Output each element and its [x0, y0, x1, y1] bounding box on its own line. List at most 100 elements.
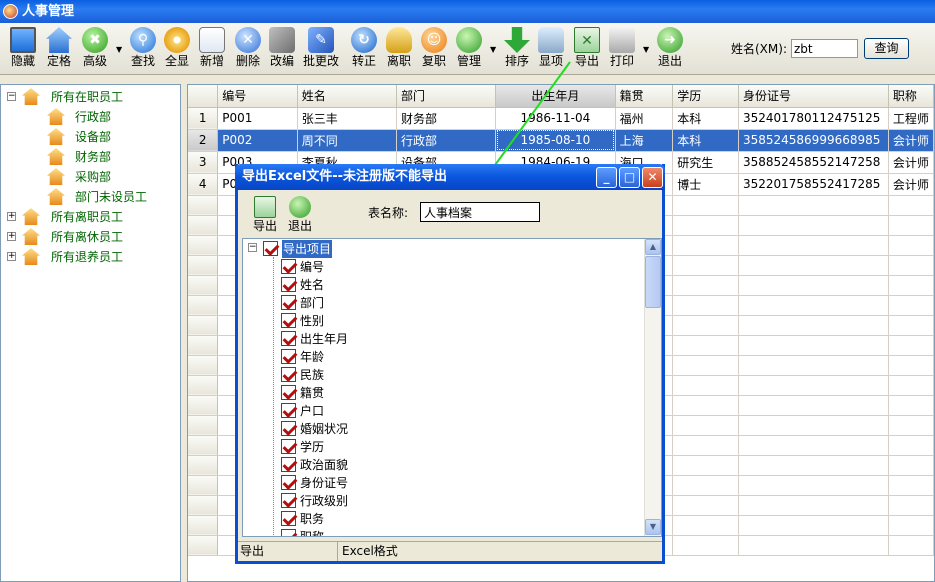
- person-return-icon: ☺: [421, 27, 447, 53]
- checkbox-checked[interactable]: [281, 331, 296, 346]
- tree-expand-icon[interactable]: +: [7, 232, 16, 241]
- table-cell[interactable]: 358852458552147258: [738, 151, 889, 174]
- name-search-input[interactable]: [791, 39, 858, 58]
- tree-collapse-icon[interactable]: −: [248, 243, 257, 252]
- table-cell[interactable]: 行政部: [396, 129, 497, 152]
- table-cell[interactable]: 本科: [672, 129, 739, 152]
- column-header[interactable]: 学历: [672, 85, 739, 108]
- checkbox-checked[interactable]: [281, 385, 296, 400]
- table-cell[interactable]: 358524586999668985: [738, 129, 889, 152]
- advanced-dropdown-arrow-icon[interactable]: ▼: [116, 45, 122, 54]
- table-cell[interactable]: 研究生: [672, 151, 739, 174]
- table-cell[interactable]: 财务部: [396, 107, 497, 130]
- delete-button[interactable]: ✕ 删除: [229, 25, 267, 73]
- down-arrow-icon: [504, 27, 530, 53]
- tree-collapse-icon[interactable]: −: [7, 92, 16, 101]
- dialog-exit-button[interactable]: 退出: [283, 194, 317, 234]
- pencil-icon: ✎: [308, 27, 334, 53]
- show-all-button[interactable]: 全显: [158, 25, 196, 73]
- table-cell[interactable]: 博士: [672, 173, 739, 196]
- table-cell[interactable]: P001: [217, 107, 298, 130]
- sort-button[interactable]: 排序: [498, 25, 536, 73]
- column-header[interactable]: 籍贯: [615, 85, 674, 108]
- globe-icon: [456, 27, 482, 53]
- regularize-button[interactable]: ↻ 转正: [345, 25, 383, 73]
- table-cell[interactable]: 本科: [672, 107, 739, 130]
- dialog-export-button[interactable]: 导出: [248, 194, 282, 234]
- advanced-icon: ✖: [82, 27, 108, 53]
- table-cell[interactable]: 福州: [615, 107, 674, 130]
- column-header-sorted[interactable]: 出生年月: [495, 85, 616, 108]
- table-cell[interactable]: 会计师: [888, 151, 934, 174]
- manage-dropdown-arrow-icon[interactable]: ▼: [490, 45, 496, 54]
- hide-button[interactable]: 隐藏: [4, 25, 42, 73]
- table-cell[interactable]: P002: [217, 129, 298, 152]
- table-row-selected[interactable]: 2 P002 周不同 行政部 1985-08-10 上海 本科 35852458…: [188, 129, 934, 152]
- export-button[interactable]: ✕ 导出: [568, 25, 606, 73]
- table-row[interactable]: 1 P001 张三丰 财务部 1986-11-04 福州 本科 35240178…: [188, 107, 934, 130]
- scroll-down-icon[interactable]: ▼: [645, 519, 661, 535]
- window-title: 人事管理: [22, 4, 75, 19]
- manage-button[interactable]: 管理: [450, 25, 488, 73]
- checkbox-checked[interactable]: [281, 259, 296, 274]
- table-cell[interactable]: 工程师: [888, 107, 934, 130]
- table-header-row: 编号 姓名 部门 出生年月 籍贯 学历 身份证号 职称: [188, 85, 934, 108]
- vertical-scrollbar[interactable]: ▲ ▼: [644, 239, 661, 536]
- scroll-up-icon[interactable]: ▲: [645, 239, 661, 255]
- minimize-icon[interactable]: _: [596, 167, 617, 188]
- column-header[interactable]: 身份证号: [738, 85, 889, 108]
- table-cell[interactable]: 张三丰: [297, 107, 397, 130]
- checkbox-checked[interactable]: [281, 349, 296, 364]
- checkbox-checked[interactable]: [281, 439, 296, 454]
- house-icon: [22, 208, 40, 225]
- row-number: 3: [188, 151, 219, 174]
- dialog-status-bar: 导出 Excel格式: [238, 541, 662, 561]
- checkbox-checked[interactable]: [281, 457, 296, 472]
- export-fields-tree: − 导出项目 编号 姓名 部门 性别 出生年月 年龄 民族 籍贯 户口 婚姻状况…: [242, 238, 662, 537]
- scroll-thumb[interactable]: [645, 256, 661, 308]
- checkbox-checked[interactable]: [263, 241, 278, 256]
- tree-expand-icon[interactable]: +: [7, 252, 16, 261]
- close-icon[interactable]: ✕: [642, 167, 663, 188]
- table-cell-focused[interactable]: 1985-08-10: [495, 129, 616, 152]
- checkbox-checked[interactable]: [281, 529, 296, 536]
- freeze-button[interactable]: 定格: [40, 25, 78, 73]
- table-cell[interactable]: 会计师: [888, 129, 934, 152]
- search-label: 姓名(XM):: [731, 42, 787, 56]
- resign-button[interactable]: 离职: [380, 25, 418, 73]
- find-button[interactable]: ⚲ 查找: [124, 25, 162, 73]
- maximize-icon[interactable]: □: [619, 167, 640, 188]
- table-cell[interactable]: 上海: [615, 129, 674, 152]
- checkbox-checked[interactable]: [281, 421, 296, 436]
- print-dropdown-arrow-icon[interactable]: ▼: [643, 45, 649, 54]
- checkbox-checked[interactable]: [281, 277, 296, 292]
- checkbox-checked[interactable]: [281, 475, 296, 490]
- edit-button[interactable]: 改编: [263, 25, 301, 73]
- show-columns-button[interactable]: 显项: [532, 25, 570, 73]
- batch-change-button[interactable]: ✎ 批更改: [302, 25, 340, 73]
- column-header[interactable]: 编号: [217, 85, 298, 108]
- query-button[interactable]: 查询: [864, 38, 909, 59]
- tree-expand-icon[interactable]: +: [7, 212, 16, 221]
- exit-button[interactable]: ➜ 退出: [651, 25, 689, 73]
- column-header[interactable]: 部门: [396, 85, 497, 108]
- checkbox-checked[interactable]: [281, 493, 296, 508]
- table-cell[interactable]: 352401780112475125: [738, 107, 889, 130]
- advanced-button[interactable]: ✖ 高级: [76, 25, 114, 73]
- column-header[interactable]: 姓名: [297, 85, 397, 108]
- checkbox-checked[interactable]: [281, 367, 296, 382]
- table-cell[interactable]: 会计师: [888, 173, 934, 196]
- reinstate-button[interactable]: ☺ 复职: [415, 25, 453, 73]
- table-cell[interactable]: 周不同: [297, 129, 397, 152]
- sheet-name-input[interactable]: [420, 202, 540, 222]
- checkbox-checked[interactable]: [281, 511, 296, 526]
- print-button[interactable]: 打印: [603, 25, 641, 73]
- checkbox-checked[interactable]: [281, 313, 296, 328]
- column-header[interactable]: 职称: [888, 85, 934, 108]
- table-cell[interactable]: 1986-11-04: [495, 107, 616, 130]
- table-cell[interactable]: 352201758552417285: [738, 173, 889, 196]
- checkbox-checked[interactable]: [281, 295, 296, 310]
- checkbox-checked[interactable]: [281, 403, 296, 418]
- add-button[interactable]: 新增: [193, 25, 231, 73]
- dialog-titlebar: 导出Excel文件--未注册版不能导出 _ □ ✕: [235, 164, 665, 190]
